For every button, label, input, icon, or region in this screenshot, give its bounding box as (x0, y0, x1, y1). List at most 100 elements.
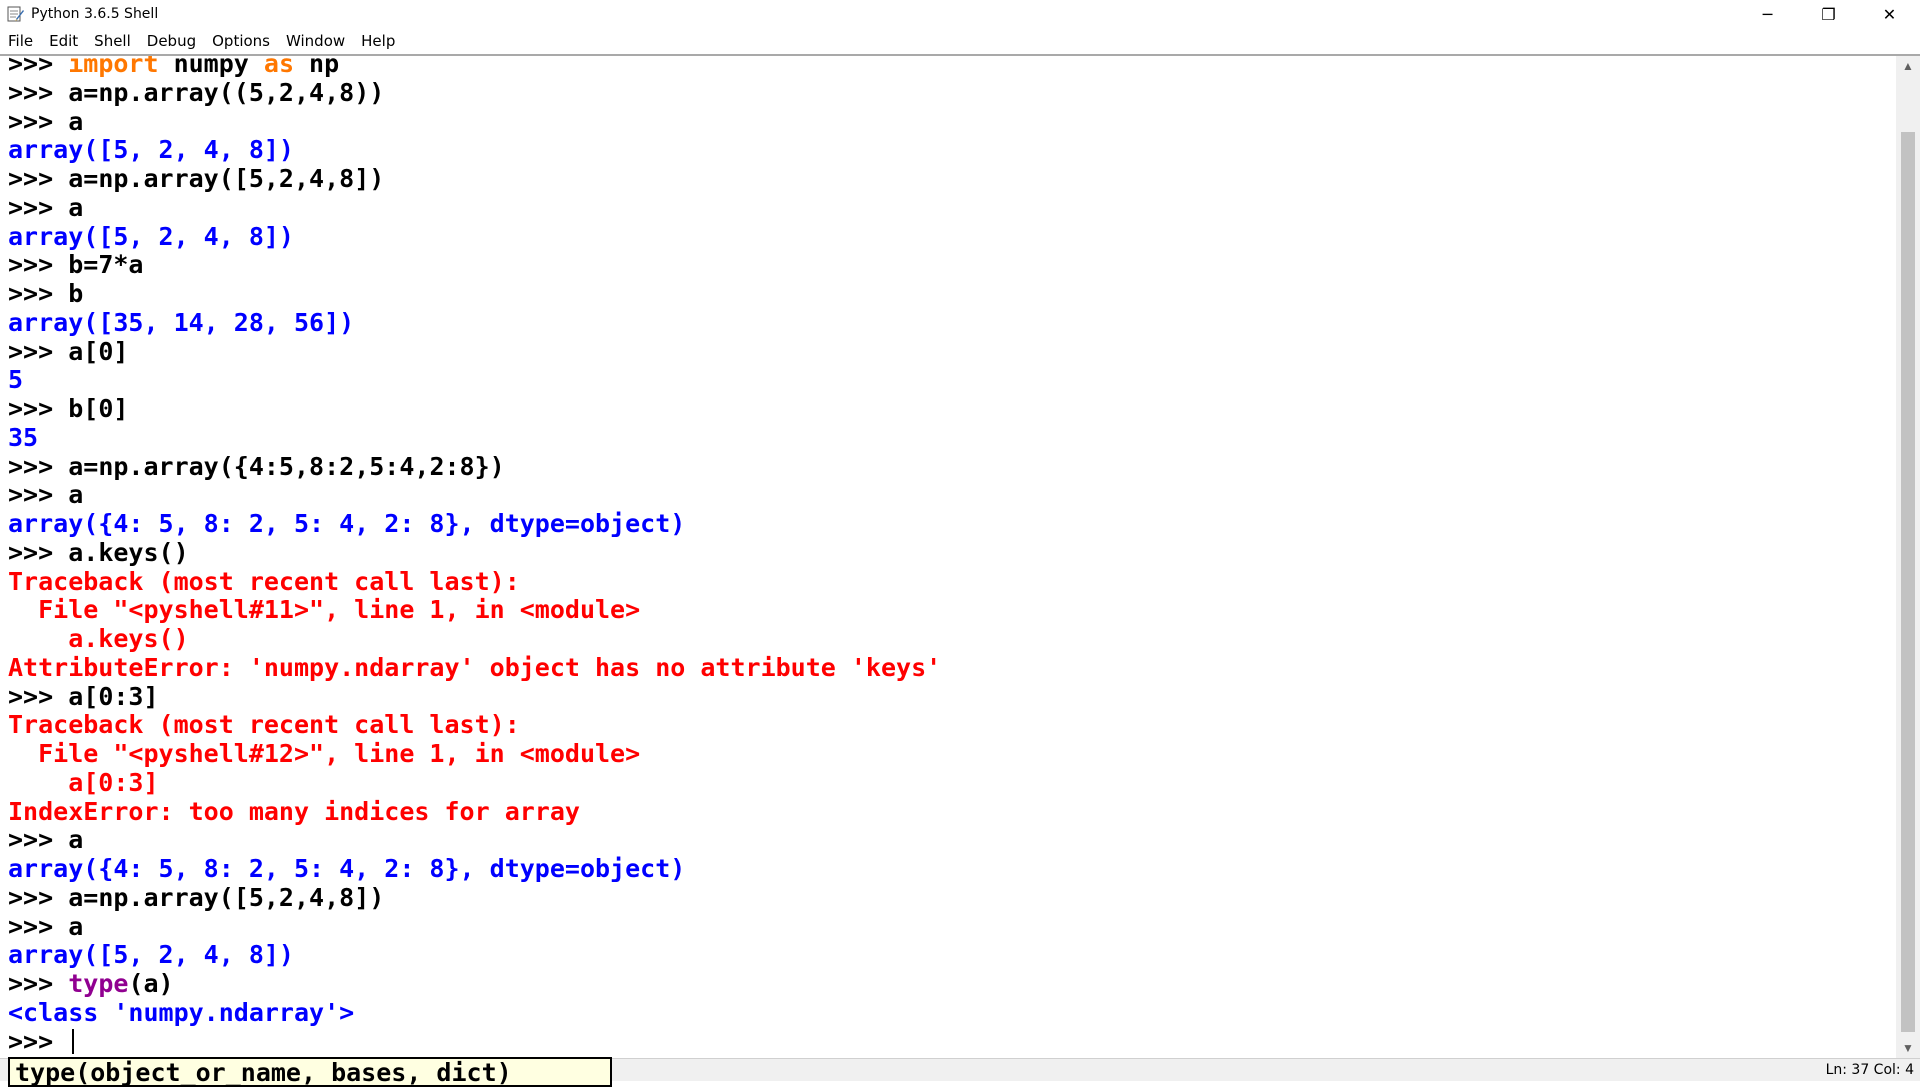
shell-text: array({4: 5, 8: 2, 5: 4, 2: 8}, dtype=ob… (8, 509, 686, 538)
menu-options[interactable]: Options (204, 28, 278, 54)
shell-line: >>> a[0:3] (8, 681, 941, 712)
shell-line: >>> a.keys() (8, 537, 941, 568)
shell-line: array([35, 14, 28, 56]) (8, 307, 941, 338)
shell-line: >>> a (8, 480, 941, 510)
shell-line: array([5, 2, 4, 8]) (8, 221, 941, 252)
line-col-indicator: Ln: 37 Col: 4 (1825, 1062, 1914, 1078)
shell-line: >>> (8, 1026, 941, 1057)
shell-line: array({4: 5, 8: 2, 5: 4, 2: 8}, dtype=ob… (8, 854, 941, 884)
shell-text: a=np.array((5,2,4,8)) (68, 77, 385, 107)
window-title: Python 3.6.5 Shell (31, 6, 159, 22)
shell-text: array([5, 2, 4, 8]) (8, 940, 294, 970)
shell-line: >>> b (8, 279, 941, 309)
shell-text: b (68, 279, 84, 308)
shell-text: Traceback (most recent call last): (8, 710, 520, 740)
shell-prompt: >>> (8, 825, 69, 855)
shell-prompt: >>> (8, 882, 69, 912)
close-button[interactable]: ✕ (1859, 0, 1920, 28)
shell-prompt: >>> (8, 394, 69, 423)
shell-prompt: >>> (8, 969, 69, 998)
menu-edit[interactable]: Edit (41, 28, 86, 54)
menu-shell[interactable]: Shell (86, 28, 139, 54)
scroll-up-icon[interactable]: ▲ (1896, 56, 1920, 76)
shell-line: >>> b[0] (8, 394, 941, 424)
shell-prompt: >>> (8, 192, 69, 222)
shell-text: a[0:3] (8, 767, 159, 797)
shell-line: a[0:3] (8, 767, 941, 798)
shell-text: IndexError: too many indices for array (8, 796, 580, 826)
shell-prompt: >>> (8, 106, 69, 136)
shell-prompt: >>> (8, 336, 69, 366)
shell-line: Traceback (most recent call last): (8, 710, 941, 740)
shell-line: File "<pyshell#12>", line 1, in <module> (8, 739, 941, 769)
shell-prompt: >>> (8, 1026, 69, 1056)
shell-line: File "<pyshell#11>", line 1, in <module> (8, 595, 941, 625)
shell-prompt: >>> (8, 911, 69, 941)
calltip-tooltip: type(object_or_name, bases, dict) (8, 1057, 612, 1087)
shell-text: array([5, 2, 4, 8]) (8, 221, 294, 251)
shell-line: a.keys() (8, 624, 941, 654)
shell-text: a (68, 192, 84, 222)
shell-text: a (68, 480, 84, 510)
shell-text: a.keys() (8, 624, 189, 653)
shell-prompt: >>> (8, 681, 69, 711)
menu-help[interactable]: Help (353, 28, 403, 54)
shell-text: AttributeError: 'numpy.ndarray' object h… (8, 652, 942, 682)
shell-text-area[interactable]: >>> import numpy as np >>> a=np.array((5,… (0, 56, 1896, 1058)
shell-line: 35 (8, 422, 941, 453)
shell-text: a=np.array({4:5,8:2,5:4,2:8}) (68, 451, 505, 481)
shell-prompt: >>> (8, 279, 69, 308)
shell-prompt: >>> (8, 480, 69, 510)
shell-text: b=7*a (68, 250, 144, 280)
shell-text: np (294, 56, 340, 78)
shell-prompt: >>> (8, 250, 69, 280)
shell-line: >>> a (8, 825, 941, 855)
shell-line: <class 'numpy.ndarray'> (8, 997, 941, 1028)
menu-file[interactable]: File (0, 28, 41, 54)
shell-text: a (68, 911, 84, 941)
vertical-scrollbar[interactable]: ▲ ▼ (1896, 56, 1920, 1058)
scrollbar-thumb[interactable] (1901, 132, 1915, 1032)
python-idle-icon (7, 6, 24, 22)
shell-text: numpy (158, 56, 264, 78)
shell-text: File "<pyshell#11>", line 1, in <module> (8, 595, 641, 625)
shell-text: a.keys() (68, 537, 189, 567)
menu-debug[interactable]: Debug (139, 28, 204, 54)
shell-text: 35 (8, 422, 39, 452)
minimize-button[interactable]: ─ (1737, 0, 1798, 28)
menu-bar: File Edit Shell Debug Options Window Hel… (0, 28, 1920, 56)
shell-text: array([35, 14, 28, 56]) (8, 307, 355, 337)
shell-line: >>> a (8, 192, 941, 223)
shell-line: AttributeError: 'numpy.ndarray' object h… (8, 652, 942, 683)
shell-line: >>> a=np.array({4:5,8:2,5:4,2:8}) (8, 451, 941, 482)
shell-text: (a) (128, 969, 174, 998)
shell-prompt: >>> (8, 537, 69, 567)
shell-text: a (68, 106, 84, 136)
shell-line: >>> a=np.array([5,2,4,8]) (8, 164, 941, 194)
text-cursor (72, 1028, 75, 1054)
shell-text: import (68, 56, 159, 78)
shell-line: >>> a=np.array((5,2,4,8)) (8, 77, 941, 108)
shell-output: >>> import numpy as np >>> a=np.array((5,… (8, 56, 941, 1056)
scroll-down-icon[interactable]: ▼ (1896, 1038, 1920, 1058)
shell-text: type (68, 969, 129, 998)
shell-text: <class 'numpy.ndarray'> (8, 997, 355, 1027)
shell-line: >>> a (8, 911, 941, 942)
shell-text: a=np.array([5,2,4,8]) (68, 164, 385, 193)
shell-prompt: >>> (8, 77, 69, 107)
restore-button[interactable]: ❐ (1798, 0, 1859, 28)
shell-line: IndexError: too many indices for array (8, 796, 941, 827)
shell-text: a[0] (68, 336, 129, 366)
shell-prompt: >>> (8, 451, 69, 481)
shell-line: >>> b=7*a (8, 250, 941, 280)
shell-text: b[0] (68, 394, 129, 423)
shell-text: array({4: 5, 8: 2, 5: 4, 2: 8}, dtype=ob… (8, 854, 686, 883)
shell-text: File "<pyshell#12>", line 1, in <module> (8, 739, 641, 768)
shell-line: >>> a=np.array([5,2,4,8]) (8, 882, 941, 913)
shell-line: >>> a[0] (8, 336, 941, 367)
title-bar: Python 3.6.5 Shell ─ ❐ ✕ (0, 0, 1920, 28)
window-controls: ─ ❐ ✕ (1737, 0, 1920, 28)
menu-window[interactable]: Window (278, 28, 353, 54)
shell-prompt: >>> (8, 164, 69, 193)
shell-line: 5 (8, 365, 941, 395)
